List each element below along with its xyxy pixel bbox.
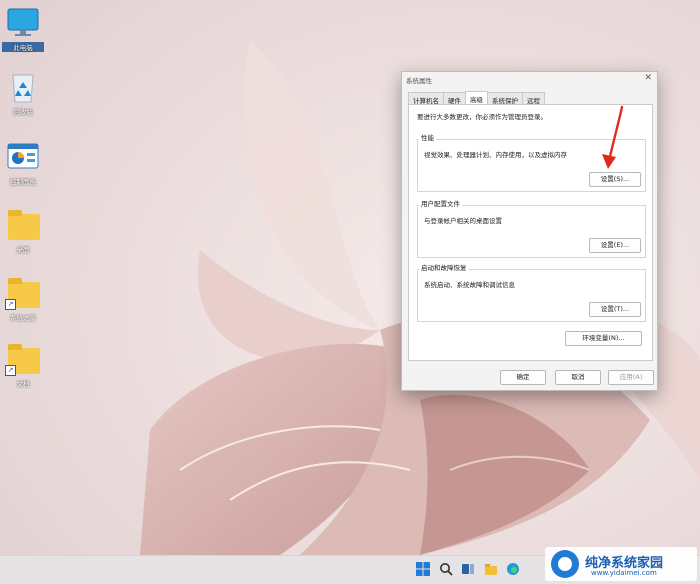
close-icon[interactable]: ✕: [644, 73, 652, 83]
group-title: 用户配置文件: [419, 198, 462, 208]
shortcut-arrow-icon: ↗: [5, 299, 16, 310]
desktop-icon-this-pc[interactable]: 此电脑: [2, 6, 44, 52]
startup-recovery-group: 启动和故障恢复 系统启动、系统故障和调试信息 设置(T)...: [417, 262, 646, 322]
desktop-icon-desktop-folder[interactable]: 桌面: [2, 208, 44, 254]
site-logo-icon: [551, 550, 579, 578]
file-explorer-button[interactable]: [484, 562, 498, 576]
windows-logo-icon: [416, 562, 430, 576]
performance-settings-button[interactable]: 设置(S)...: [589, 172, 641, 187]
folder-icon: [5, 208, 41, 242]
annotation-arrow-icon: [602, 105, 624, 169]
user-profiles-settings-button[interactable]: 设置(E)...: [589, 238, 641, 253]
group-title: 启动和故障恢复: [419, 262, 469, 272]
folder-shortcut-icon: ↗: [5, 276, 41, 310]
desktop-icon-system-home[interactable]: ↗ 系统之家: [2, 276, 44, 322]
desktop-icon-label: 控制面板: [10, 178, 36, 186]
file-explorer-icon: [485, 564, 497, 575]
edge-browser-icon: [507, 563, 519, 575]
desktop-icon-recycle-bin[interactable]: 回收站: [2, 70, 44, 116]
computer-icon: [5, 6, 41, 40]
startup-recovery-settings-button[interactable]: 设置(T)...: [589, 302, 641, 317]
admin-note: 要进行大多数更改，你必须作为管理员登录。: [417, 113, 547, 121]
ok-button[interactable]: 确定: [500, 370, 546, 385]
desktop-icon-label: 回收站: [13, 108, 33, 116]
edge-button[interactable]: [506, 562, 520, 576]
group-description: 视觉效果、处理器计划、内存使用，以及虚拟内存: [424, 151, 567, 159]
tab-strip: 计算机名 硬件 高级 系统保护 远程: [408, 91, 545, 105]
folder-shortcut-icon: ↗: [5, 342, 41, 376]
apply-button[interactable]: 应用(A): [608, 370, 654, 385]
shortcut-arrow-icon: ↗: [5, 365, 16, 376]
cancel-button[interactable]: 取消: [555, 370, 601, 385]
desktop-icon-label: 文档: [16, 380, 30, 388]
watermark-url: www.yidaimei.com: [591, 569, 657, 577]
search-button[interactable]: [439, 562, 453, 576]
user-profiles-group: 用户配置文件 与登录帐户相关的桌面设置 设置(E)...: [417, 198, 646, 258]
recycle-bin-icon: [5, 70, 41, 104]
group-title: 性能: [419, 132, 436, 142]
desktop-icon-documents[interactable]: ↗ 文档: [2, 342, 44, 388]
task-view-button[interactable]: [461, 562, 475, 576]
control-panel-icon: [5, 140, 41, 174]
start-button[interactable]: [416, 562, 430, 576]
dialog-titlebar[interactable]: 系统属性 ✕: [402, 72, 657, 86]
search-icon: [440, 563, 453, 576]
task-view-icon: [462, 564, 474, 574]
site-watermark: 纯净系统家园 www.yidaimei.com: [545, 547, 697, 581]
desktop-icon-control-panel[interactable]: 控制面板: [2, 140, 44, 186]
desktop-icon-label: 此电脑: [2, 42, 44, 52]
group-description: 系统启动、系统故障和调试信息: [424, 281, 515, 289]
desktop-icon-label: 系统之家: [10, 314, 36, 322]
dialog-title: 系统属性: [406, 77, 432, 85]
desktop-icon-label: 桌面: [16, 246, 30, 254]
environment-variables-button[interactable]: 环境变量(N)...: [565, 331, 642, 346]
tab-advanced[interactable]: 高级: [465, 91, 488, 105]
group-description: 与登录帐户相关的桌面设置: [424, 217, 502, 225]
